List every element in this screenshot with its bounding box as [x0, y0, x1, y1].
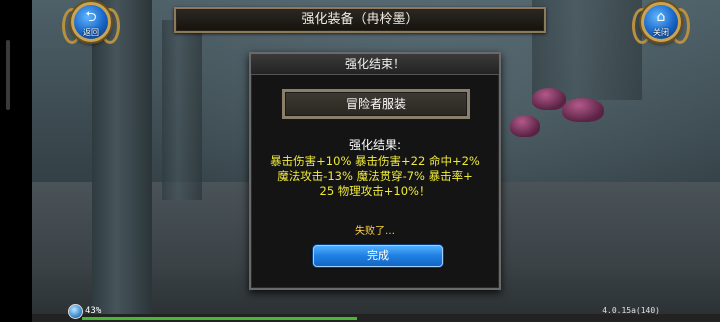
title-text: 强化装备（冉柃墨） [301, 12, 419, 27]
title-banner: 强化装备（冉柃墨） [174, 7, 546, 33]
back-button[interactable]: ⮌ 返回 [62, 2, 120, 46]
device-side-bar [0, 0, 32, 322]
scene-pillar [162, 20, 202, 200]
done-button[interactable]: 完成 [313, 245, 443, 267]
enhance-result-dialog: 强化结束！ 冒险者服装 强化结果: 暴击伤害+10% 暴击伤害+22 命中+2%… [249, 52, 501, 290]
item-name: 冒险者服装 [345, 97, 406, 111]
back-label: 返回 [83, 28, 99, 37]
scene-pillar [92, 0, 152, 322]
loading-progress-bar [82, 317, 357, 320]
fail-message: 失败了… [355, 226, 395, 237]
version-label: 4.0.15a(140) [602, 306, 660, 315]
dialog-title: 强化结束！ [251, 54, 499, 75]
back-arrow-icon: ⮌ [85, 9, 97, 25]
result-title: 强化结果: [348, 138, 402, 152]
home-icon: ⌂ [656, 9, 666, 25]
result-line: 25 物理攻击+10%！ [319, 184, 431, 198]
item-name-box: 冒险者服装 [282, 89, 470, 119]
close-button[interactable]: ⌂ 关闭 [632, 2, 690, 46]
monster-lump [562, 98, 604, 122]
monster-lump [510, 115, 540, 137]
close-label: 关闭 [653, 28, 669, 37]
globe-icon [68, 304, 83, 319]
result-line: 魔法攻击-13% 魔法贯穿-7% 暴击率+ [277, 169, 473, 183]
monster-lump [532, 88, 566, 110]
scene-wall [532, 0, 642, 100]
device-notch [6, 40, 10, 110]
progress-percent: 43% [85, 306, 102, 316]
result-line: 暴击伤害+10% 暴击伤害+22 命中+2% [270, 154, 480, 168]
